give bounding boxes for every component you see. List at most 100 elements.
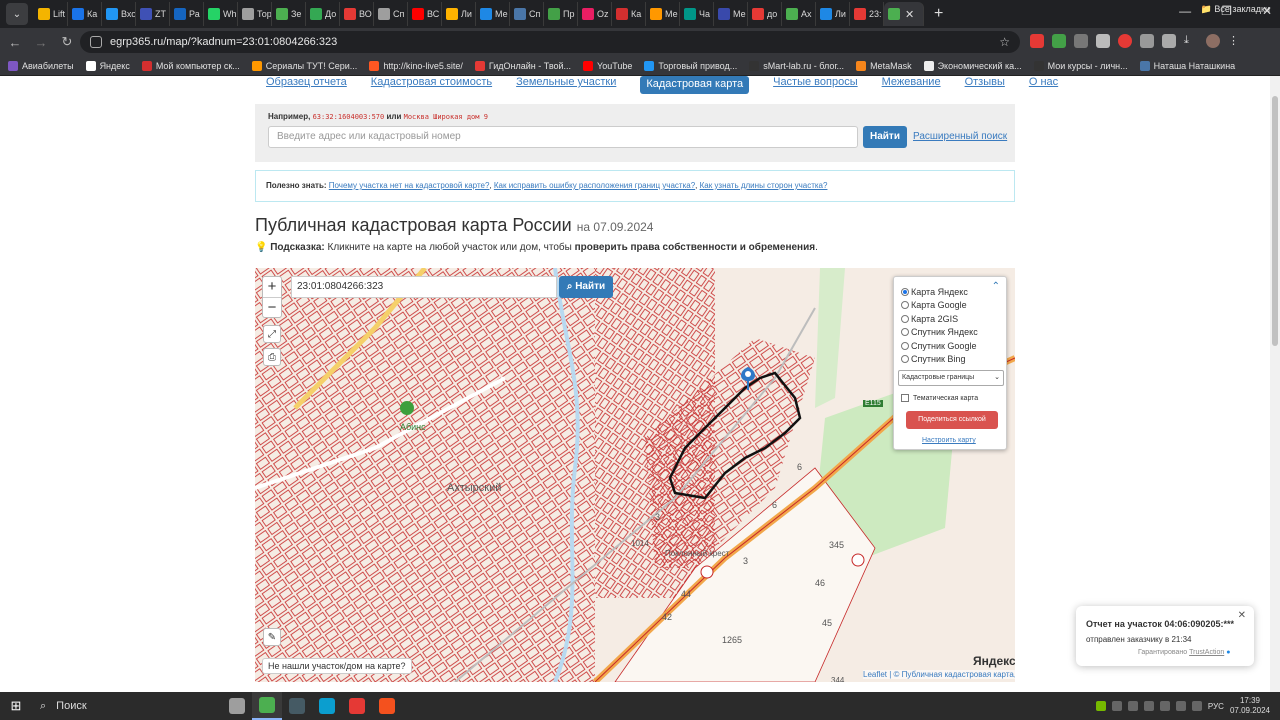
chrome-taskbar-icon[interactable] <box>252 692 282 720</box>
not-found-button[interactable]: Не нашли участок/дом на карте? <box>262 658 412 674</box>
new-tab-icon[interactable]: + <box>934 5 943 23</box>
browser-tab[interactable]: Ме <box>646 2 680 26</box>
tab-search-icon[interactable]: ⌄ <box>6 3 28 25</box>
toast-close-icon[interactable]: ✕ <box>1238 610 1246 621</box>
layer-option[interactable]: Карта Яндекс <box>901 285 968 298</box>
browser-tab[interactable]: ZT <box>136 2 170 26</box>
tip-link-1[interactable]: Почему участка нет на кадастровой карте? <box>329 181 490 190</box>
address-search-input[interactable]: Введите адрес или кадастровый номер <box>268 126 858 148</box>
cadastral-map[interactable]: Ахтырский Абинс Поклонный крест Е115 345… <box>255 268 1015 682</box>
browser-tab[interactable]: Ме <box>714 2 748 26</box>
task-view-taskbar-icon[interactable] <box>222 692 252 720</box>
edge-taskbar-icon[interactable] <box>312 692 342 720</box>
site-nav-item[interactable]: Земельные участки <box>516 76 616 94</box>
extension-green-icon[interactable] <box>1052 34 1066 48</box>
tab-close-icon[interactable]: ✕ <box>905 8 914 21</box>
browser-tab[interactable]: 23: <box>850 2 884 26</box>
extension-grey-icon[interactable] <box>1074 34 1088 48</box>
share-link-button[interactable]: Поделиться ссылкой <box>906 411 998 429</box>
layer-radio[interactable] <box>901 355 909 363</box>
site-nav-item[interactable]: Образец отчета <box>266 76 347 94</box>
wifi-icon[interactable] <box>1175 701 1186 711</box>
browser-tab[interactable]: Ли <box>442 2 476 26</box>
find-button[interactable]: Найти <box>863 126 907 148</box>
all-bookmarks-folder[interactable]: 📁 Все закладки <box>1201 4 1270 15</box>
clock[interactable]: 17:39 07.09.2024 <box>1230 696 1270 716</box>
layer-radio[interactable] <box>901 301 909 309</box>
site-nav-item[interactable]: Отзывы <box>965 76 1005 94</box>
browser-tab[interactable]: до <box>748 2 782 26</box>
fullscreen-icon[interactable]: ⤢ <box>263 325 281 343</box>
site-info-icon[interactable] <box>90 36 102 48</box>
opera-taskbar-icon[interactable] <box>342 692 372 720</box>
tip-link-3[interactable]: Как узнать длины сторон участка? <box>700 181 828 190</box>
bookmark-item[interactable]: Наташа Наташкина <box>1139 60 1235 71</box>
site-nav-item[interactable]: О нас <box>1029 76 1058 94</box>
boundaries-select[interactable]: Кадастровые границы ⌄ <box>898 370 1004 386</box>
bookmark-item[interactable]: Сериалы ТУТ! Сери... <box>251 60 357 71</box>
bookmark-item[interactable]: ГидОнлайн - Твой... <box>474 60 571 71</box>
layer-radio[interactable] <box>901 287 909 296</box>
collapse-chevron-up-icon[interactable]: ⌃ <box>992 281 1000 292</box>
browser-tab[interactable]: Ли <box>816 2 850 26</box>
zoom-in-button[interactable]: + <box>263 277 281 297</box>
nvidia-icon[interactable] <box>1095 701 1106 711</box>
browser-tab[interactable]: Ра <box>170 2 204 26</box>
browser-tab[interactable]: Ах <box>782 2 816 26</box>
map-find-button[interactable]: ⌕ Найти <box>559 276 613 298</box>
browser-tab[interactable]: Wh <box>204 2 238 26</box>
browser-tab[interactable]: Ка <box>68 2 102 26</box>
ruler-icon[interactable]: ✎ <box>263 628 281 646</box>
bookmark-item[interactable]: Мои курсы - личн... <box>1033 60 1128 71</box>
bookmark-item[interactable]: sMart-lab.ru - блог... <box>749 60 844 71</box>
layer-option[interactable]: Спутник Bing <box>901 353 965 366</box>
thematic-map-toggle[interactable]: Тематическая карта <box>901 394 978 402</box>
layer-option[interactable]: Карта 2GIS <box>901 312 958 325</box>
trustaction-link[interactable]: TrustAction <box>1189 649 1224 656</box>
advanced-search-link[interactable]: Расширенный поиск <box>913 131 1007 142</box>
bookmark-item[interactable]: Мой компьютер ск... <box>141 60 240 71</box>
address-bar[interactable]: egrp365.ru/map/?kadnum=23:01:0804266:323… <box>80 31 1020 53</box>
browser-tab[interactable]: Ме <box>476 2 510 26</box>
site-nav-item[interactable]: Частые вопросы <box>773 76 858 94</box>
configure-map-link[interactable]: Настроить карту <box>922 437 976 444</box>
language-indicator[interactable]: РУС <box>1208 702 1224 711</box>
browser-tab[interactable]: ВС <box>408 2 442 26</box>
browser-tab[interactable]: ВО <box>340 2 374 26</box>
thematic-checkbox[interactable] <box>901 394 909 402</box>
browser-tab[interactable]: До <box>306 2 340 26</box>
bookmark-star-icon[interactable]: ☆ <box>999 35 1010 49</box>
layer-radio[interactable] <box>901 314 909 323</box>
site-nav-item[interactable]: Кадастровая стоимость <box>371 76 492 94</box>
cloud-icon[interactable] <box>1159 701 1170 711</box>
browser-tab[interactable]: Lift <box>34 2 68 26</box>
browser-tab[interactable]: Oz <box>578 2 612 26</box>
bookmark-item[interactable]: Авиабилеты <box>8 60 74 71</box>
puzzle-icon[interactable] <box>1162 34 1176 48</box>
download-icon[interactable]: ⤓ <box>1184 34 1198 48</box>
layer-option[interactable]: Спутник Яндекс <box>901 326 978 339</box>
tab-active[interactable]: ✕ <box>884 2 924 26</box>
adblock-icon[interactable] <box>1030 34 1044 48</box>
forward-icon[interactable]: → <box>30 35 52 50</box>
map-attribution[interactable]: Leaflet | © Публичная кадастровая карта,… <box>863 670 1015 679</box>
map-search-input[interactable]: 23:01:0804266:323 <box>291 276 557 298</box>
bookmark-item[interactable]: http://kino-live5.site/ <box>369 60 463 71</box>
back-icon[interactable]: ← <box>4 35 26 50</box>
reload-icon[interactable]: ↻ <box>56 34 78 50</box>
browser-tab[interactable]: Тор <box>238 2 272 26</box>
extension-box-icon[interactable] <box>1140 34 1154 48</box>
browser-tab[interactable]: Сп <box>510 2 544 26</box>
browser-tab[interactable]: Сп <box>374 2 408 26</box>
tray-icon[interactable] <box>1127 701 1138 711</box>
bookmark-item[interactable]: Яндекс <box>85 60 130 71</box>
layer-radio[interactable] <box>901 328 909 336</box>
windows-start-icon[interactable]: ⊞ <box>0 698 32 714</box>
browser-tab[interactable]: Ча <box>680 2 714 26</box>
tray-icon[interactable] <box>1111 701 1122 711</box>
taskbar-search[interactable]: ⌕ Поиск <box>32 692 222 720</box>
tray-icon[interactable] <box>1143 701 1154 711</box>
browser-tab[interactable]: Пр <box>544 2 578 26</box>
tip-link-2[interactable]: Как исправить ошибку расположения границ… <box>494 181 695 190</box>
page-scrollbar[interactable] <box>1270 76 1280 692</box>
